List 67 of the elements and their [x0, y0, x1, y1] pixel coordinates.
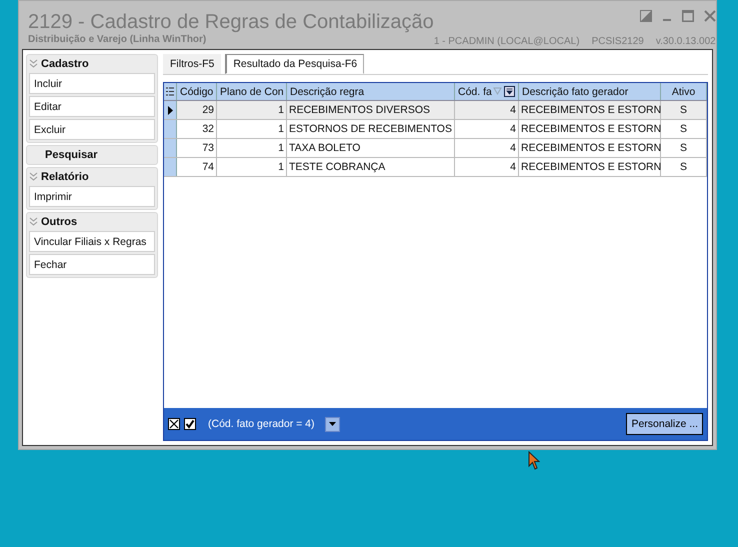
- tab[interactable]: Filtros-F5: [163, 54, 222, 74]
- group-title[interactable]: Cadastro: [41, 58, 89, 70]
- table-cell: S: [661, 139, 707, 157]
- table-cell: 4: [455, 120, 519, 138]
- version-label: v.30.0.13.002: [656, 36, 716, 47]
- sidebar-button[interactable]: Fechar: [29, 254, 155, 275]
- caret-icon: [328, 422, 336, 426]
- table-cell: 1: [217, 158, 287, 176]
- column-header[interactable]: Ativo: [661, 83, 707, 100]
- table-cell: RECEBIMENTOS E ESTORN: [519, 139, 661, 157]
- close-icon[interactable]: [704, 10, 716, 22]
- table-row[interactable]: 73 1 TAXA BOLETO 4 RECEBIMENTOS E ESTORN S: [164, 139, 707, 158]
- window-subtitle: Distribuição e Varejo (Linha WinThor): [28, 34, 208, 45]
- sidebar-button[interactable]: Incluir: [29, 73, 155, 94]
- column-header[interactable]: Descrição fato gerador: [519, 83, 661, 100]
- maximize-icon[interactable]: [682, 10, 694, 22]
- column-header[interactable]: Cód. fa: [455, 83, 519, 100]
- column-chooser-icon[interactable]: [166, 87, 174, 96]
- chevron-icon[interactable]: [29, 217, 38, 226]
- table-cell: 1: [217, 101, 287, 119]
- filter-expression: (Cód. fato gerador = 4): [208, 418, 315, 430]
- column-header[interactable]: Plano de Con: [217, 83, 287, 100]
- column-header[interactable]: Descrição regra: [287, 83, 455, 100]
- program-label: PCSIS2129: [592, 36, 644, 47]
- table-cell: 73: [177, 139, 217, 157]
- filter-dropdown-button[interactable]: [324, 416, 340, 432]
- sidebar-button[interactable]: Vincular Filiais x Regras: [29, 231, 155, 252]
- table-cell: RECEBIMENTOS E ESTORN: [519, 158, 661, 176]
- table-cell: RECEBIMENTOS DIVERSOS: [287, 101, 455, 119]
- filter-icon[interactable]: [493, 86, 515, 97]
- table-cell: 4: [455, 158, 519, 176]
- chevron-icon[interactable]: [29, 59, 38, 68]
- table-cell: 74: [177, 158, 217, 176]
- table-cell: 29: [177, 101, 217, 119]
- restore-icon[interactable]: [640, 10, 652, 22]
- table-cell: S: [661, 120, 707, 138]
- table-row[interactable]: 74 1 TESTE COBRANÇA 4 RECEBIMENTOS E ESTORN S: [164, 158, 707, 177]
- chevron-icon[interactable]: [29, 172, 38, 181]
- current-row-icon: [168, 106, 172, 114]
- table-cell: RECEBIMENTOS E ESTORN: [519, 120, 661, 138]
- group-title[interactable]: Relatório: [41, 170, 89, 182]
- tab[interactable]: Resultado da Pesquisa-F6: [225, 54, 364, 74]
- table-cell: 4: [455, 139, 519, 157]
- table-cell: S: [661, 158, 707, 176]
- column-header[interactable]: Código: [177, 83, 217, 100]
- table-cell: ESTORNOS DE RECEBIMENTOS: [287, 120, 455, 138]
- table-row[interactable]: 29 1 RECEBIMENTOS DIVERSOS 4 RECEBIMENTOS E ESTORN S: [164, 101, 707, 120]
- mouse-cursor-icon: [528, 451, 540, 471]
- user-label: 1 - PCADMIN (LOCAL@LOCAL): [434, 36, 580, 47]
- table-cell: 4: [455, 101, 519, 119]
- table-cell: TESTE COBRANÇA: [287, 158, 455, 176]
- table-row[interactable]: 32 1 ESTORNOS DE RECEBIMENTOS 4 RECEBIMENTOS E ESTORN S: [164, 120, 707, 139]
- window-title: 2129 - Cadastro de Regras de Contabilização: [28, 10, 434, 34]
- sidebar-button[interactable]: Imprimir: [29, 186, 155, 207]
- clear-filter-button[interactable]: [168, 418, 180, 430]
- sidebar-button[interactable]: Editar: [29, 96, 155, 117]
- table-cell: TAXA BOLETO: [287, 139, 455, 157]
- sidebar-button[interactable]: Excluir: [29, 119, 155, 140]
- table-cell: S: [661, 101, 707, 119]
- table-cell: 1: [217, 120, 287, 138]
- personalize-button[interactable]: Personalize ...: [626, 413, 703, 435]
- filter-checkbox[interactable]: [184, 418, 196, 430]
- table-cell: 1: [217, 139, 287, 157]
- group-title[interactable]: Pesquisar: [45, 148, 98, 160]
- table-cell: RECEBIMENTOS E ESTORN: [519, 101, 661, 119]
- table-cell: 32: [177, 120, 217, 138]
- group-title[interactable]: Outros: [41, 216, 78, 228]
